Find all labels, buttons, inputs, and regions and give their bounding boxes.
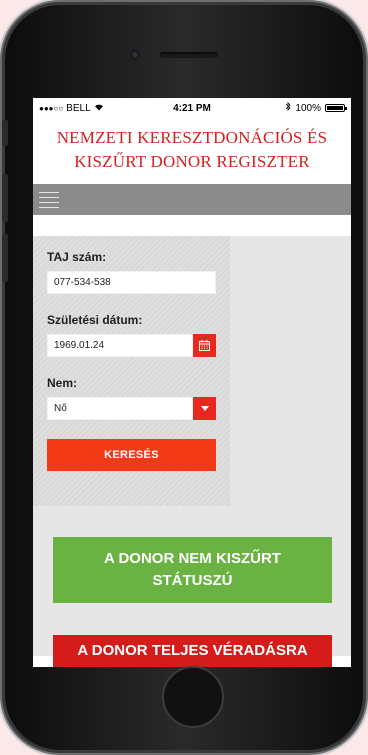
phone-screen: ●●●○○ BELL 4:21 PM 100% NEMZETI KERESZTD… — [33, 98, 351, 667]
status-bar: ●●●○○ BELL 4:21 PM 100% — [33, 98, 351, 118]
volume-up-button — [2, 174, 8, 222]
site-title-line1: NEMZETI KERESZTDONÁCIÓS ÉS — [56, 128, 328, 147]
phone-frame: ●●●○○ BELL 4:21 PM 100% NEMZETI KERESZTD… — [2, 2, 366, 753]
search-button[interactable]: KERESÉS — [47, 439, 216, 471]
site-title-line2: KISZŰRT DONOR REGISZTER — [74, 152, 310, 171]
gender-label: Nem: — [47, 376, 78, 390]
chevron-down-icon[interactable] — [193, 397, 216, 420]
battery-percent: 100% — [295, 102, 321, 114]
spacer — [33, 215, 351, 236]
signal-strength: ●●●○○ — [39, 103, 64, 113]
taj-field-wrap: 077-534-538 — [47, 271, 216, 294]
main-content: TAJ szám: 077-534-538 Születési dátum: 1… — [33, 236, 351, 667]
status-right: 100% — [285, 102, 347, 114]
taj-input[interactable]: 077-534-538 — [47, 271, 216, 294]
home-button[interactable] — [162, 666, 224, 728]
status-left: ●●●○○ BELL — [39, 103, 104, 114]
birth-date-input[interactable]: 1969.01.24 — [47, 334, 193, 357]
taj-label: TAJ szám: — [47, 250, 107, 264]
volume-down-button — [2, 234, 8, 282]
battery-icon — [325, 104, 347, 112]
site-header: NEMZETI KERESZTDONÁCIÓS ÉS KISZŰRT DONOR… — [33, 118, 351, 184]
bluetooth-icon — [285, 102, 291, 114]
birth-date-field-wrap: 1969.01.24 — [47, 334, 216, 357]
birth-date-label: Születési dátum: — [47, 313, 143, 327]
full-donation-status-banner: A DONOR TELJES VÉRADÁSRA — [53, 635, 332, 667]
carrier-name: BELL — [66, 102, 91, 114]
gender-select[interactable]: Nő — [47, 397, 193, 420]
search-form: TAJ szám: 077-534-538 Születési dátum: 1… — [33, 236, 230, 506]
earpiece-speaker — [160, 52, 218, 58]
mute-switch — [2, 120, 8, 146]
calendar-icon[interactable] — [193, 334, 216, 357]
gender-select-wrap: Nő — [47, 397, 216, 420]
hamburger-icon[interactable] — [39, 191, 59, 208]
front-camera — [130, 50, 140, 60]
not-filtered-status-banner: A DONOR NEM KISZŰRT STÁTUSZÚ — [53, 537, 332, 603]
nav-bar — [33, 184, 351, 215]
wifi-icon — [94, 103, 104, 114]
